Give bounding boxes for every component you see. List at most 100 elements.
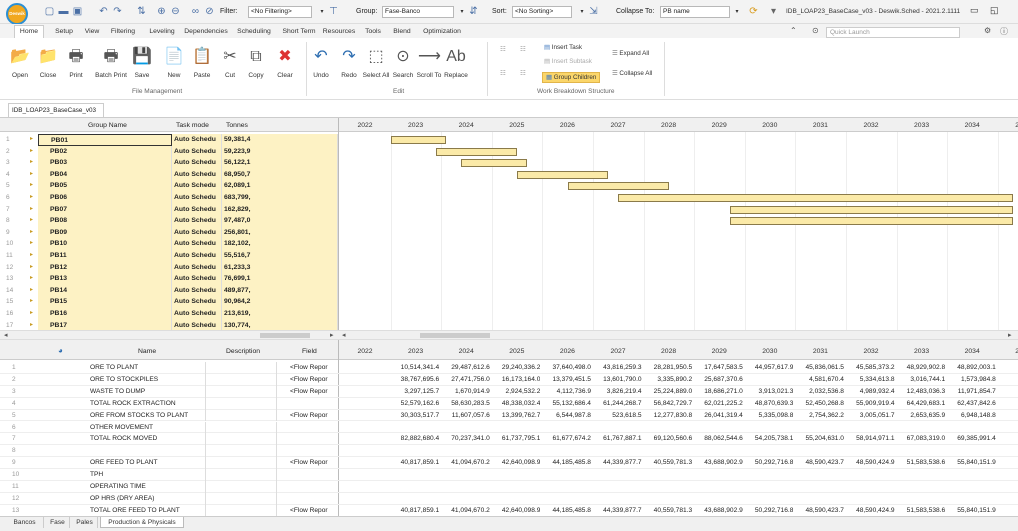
value-cell[interactable]: 16,173,164.0 — [490, 376, 541, 383]
new-button[interactable]: 📄 New — [160, 46, 188, 80]
scroll-thumb[interactable] — [260, 333, 310, 338]
tab-leveling[interactable]: Leveling — [144, 26, 180, 38]
paste-button[interactable]: 📋 Paste — [186, 46, 218, 80]
collapse-select[interactable]: PB name — [660, 6, 730, 18]
value-cell[interactable]: #### — [996, 459, 1018, 466]
expand-arrow-icon[interactable]: ▸ — [30, 135, 33, 142]
tab-scheduling[interactable]: Scheduling — [234, 26, 274, 38]
horizontal-scrollbar[interactable]: ◂ ▸ ◂ ▸ — [0, 330, 1018, 340]
gantt-row[interactable]: 13 ▸ PB13 Auto Schedu 76,699,1 — [0, 273, 1018, 285]
task-mode-cell[interactable]: Auto Schedu — [172, 238, 222, 250]
value-cell[interactable]: #### — [996, 364, 1018, 371]
tonnes-cell[interactable]: 683,799, — [222, 192, 338, 204]
value-cell[interactable]: 3,826,219.4 — [591, 388, 642, 395]
tab-filtering[interactable]: Filtering — [108, 26, 138, 38]
task-mode-cell[interactable]: Auto Schedu — [172, 192, 222, 204]
expand-arrow-icon[interactable]: ▸ — [30, 321, 33, 328]
report-row[interactable]: 7 TOTAL ROCK MOVED 82,882,680.4 70,237,341.… — [0, 433, 1018, 446]
field-cell[interactable]: <Flow Repor — [290, 412, 338, 419]
value-cell[interactable]: 44,185,485.8 — [540, 459, 591, 466]
group-name-cell[interactable]: PB15 — [38, 296, 172, 308]
task-mode-cell[interactable]: Auto Schedu — [172, 134, 222, 146]
value-cell[interactable]: 48,338,032.4 — [490, 400, 541, 407]
value-cell[interactable]: #### — [996, 507, 1018, 514]
expand-arrow-icon[interactable]: ▸ — [30, 193, 33, 200]
expand-arrow-icon[interactable]: ▸ — [30, 263, 33, 270]
value-cell[interactable]: 42,640,098.9 — [490, 459, 541, 466]
group-name-cell[interactable]: PB07 — [38, 203, 172, 216]
value-cell[interactable]: 4,989,932.4 — [844, 388, 895, 395]
gantt-row[interactable]: 2 ▸ PB02 Auto Schedu 59,223,9 — [0, 145, 1018, 158]
value-cell[interactable]: 48,590,424.9 — [844, 507, 895, 514]
value-cell[interactable]: 3,297,125.7 — [389, 388, 439, 395]
print-button[interactable]: 🖶 Print — [62, 46, 90, 80]
col-header-description[interactable]: Description — [226, 348, 260, 355]
tonnes-cell[interactable]: 56,122,1 — [222, 157, 338, 169]
cut-button[interactable]: ✂ Cut — [216, 46, 244, 80]
field-cell[interactable]: <Flow Repor — [290, 459, 338, 466]
expand-arrow-icon[interactable]: ▸ — [30, 158, 33, 165]
app-logo[interactable]: Deswik — [6, 3, 28, 25]
value-cell[interactable]: 44,339,877.7 — [591, 459, 642, 466]
group-name-cell[interactable]: PB13 — [38, 273, 172, 285]
expand-arrow-icon[interactable]: ▸ — [30, 274, 33, 281]
gantt-row[interactable]: 4 ▸ PB04 Auto Schedu 68,950,7 — [0, 168, 1018, 181]
value-cell[interactable]: 62,437,842.6 — [945, 400, 996, 407]
value-cell[interactable]: 69,385,991.4 — [945, 435, 996, 442]
sort-az-icon[interactable]: ⇅ — [136, 6, 147, 17]
report-row[interactable]: 6 OTHER MOVEMENT — [0, 421, 1018, 434]
value-cell[interactable]: 58,630,283.5 — [439, 400, 490, 407]
quick-launch-input[interactable]: Quick Launch — [826, 27, 960, 38]
value-cell[interactable]: 61,677,674.2 — [540, 435, 591, 442]
value-cell[interactable]: 44,185,485.8 — [540, 507, 591, 514]
batch-print-button[interactable]: 🖶 Batch Print — [92, 46, 130, 80]
restore-icon[interactable]: ◱ — [990, 5, 999, 16]
group-name-cell[interactable]: PB12 — [38, 261, 172, 274]
value-cell[interactable]: 40,559,781.3 — [642, 459, 693, 466]
sheet-tab-production-physicals[interactable]: Production & Physicals — [100, 517, 184, 528]
value-cell[interactable]: 1,670,914.9 — [439, 388, 490, 395]
gantt-task-bar[interactable] — [729, 217, 1013, 226]
binoculars-icon[interactable]: ⊙ — [812, 26, 819, 35]
tonnes-cell[interactable]: 62,089,1 — [222, 180, 338, 192]
gantt-row[interactable]: 8 ▸ PB08 Auto Schedu 97,487,0 — [0, 215, 1018, 227]
value-cell[interactable]: 2,924,532.2 — [490, 388, 541, 395]
col-header-tonnes[interactable]: Tonnes — [226, 122, 248, 129]
report-name-cell[interactable]: TOTAL ORE FEED TO PLANT — [90, 507, 208, 514]
value-cell[interactable]: 10,514,341.4 — [389, 364, 440, 371]
open-icon[interactable]: ▬ — [58, 6, 69, 17]
value-cell[interactable]: 54,205,738.1 — [743, 435, 794, 442]
gantt-task-bar[interactable] — [729, 205, 1013, 214]
report-name-cell[interactable]: OTHER MOVEMENT — [90, 424, 208, 431]
gantt-task-bar[interactable] — [567, 182, 669, 191]
field-cell[interactable]: <Flow Repor — [290, 507, 338, 514]
col-header-field[interactable]: Field — [302, 348, 317, 355]
tab-dependencies[interactable]: Dependencies — [184, 26, 228, 38]
gantt-task-bar[interactable] — [618, 194, 1013, 202]
task-mode-cell[interactable]: Auto Schedu — [172, 308, 222, 320]
task-mode-cell[interactable]: Auto Schedu — [172, 157, 222, 169]
tonnes-cell[interactable]: 55,516,7 — [222, 250, 338, 262]
expand-arrow-icon[interactable]: ▸ — [30, 286, 33, 293]
scroll-right-icon[interactable]: ▸ — [330, 331, 334, 339]
value-cell[interactable]: 37,640,498.0 — [540, 364, 591, 371]
value-cell[interactable]: 88,062,544.6 — [692, 435, 743, 442]
tonnes-cell[interactable]: 489,877, — [222, 284, 338, 297]
tab-view[interactable]: View — [80, 26, 104, 38]
chevron-down-icon[interactable]: ▾ — [733, 6, 741, 18]
group-name-cell[interactable]: PB09 — [38, 226, 172, 239]
tonnes-cell[interactable]: 68,950,7 — [222, 168, 338, 181]
value-cell[interactable]: 13,601,790.0 — [591, 376, 642, 383]
tab-optimization[interactable]: Optimization — [418, 26, 466, 38]
gantt-row[interactable]: 6 ▸ PB06 Auto Schedu 683,799, — [0, 192, 1018, 204]
value-cell[interactable]: 48,590,424.9 — [844, 459, 895, 466]
value-cell[interactable]: 82,882,680.4 — [389, 435, 440, 442]
sheet-tab-fase[interactable]: Fase — [46, 517, 70, 528]
value-cell[interactable]: 42,640,098.9 — [490, 507, 541, 514]
col-header-name[interactable]: Name — [138, 348, 156, 355]
report-row[interactable]: 8 — [0, 445, 1018, 458]
undo-button[interactable]: ↶ Undo — [306, 46, 336, 80]
task-mode-cell[interactable]: Auto Schedu — [172, 284, 222, 297]
zoom-out-icon[interactable]: ⊖ — [170, 6, 181, 17]
dropdown-arrow-icon[interactable]: ▾ — [768, 6, 779, 17]
